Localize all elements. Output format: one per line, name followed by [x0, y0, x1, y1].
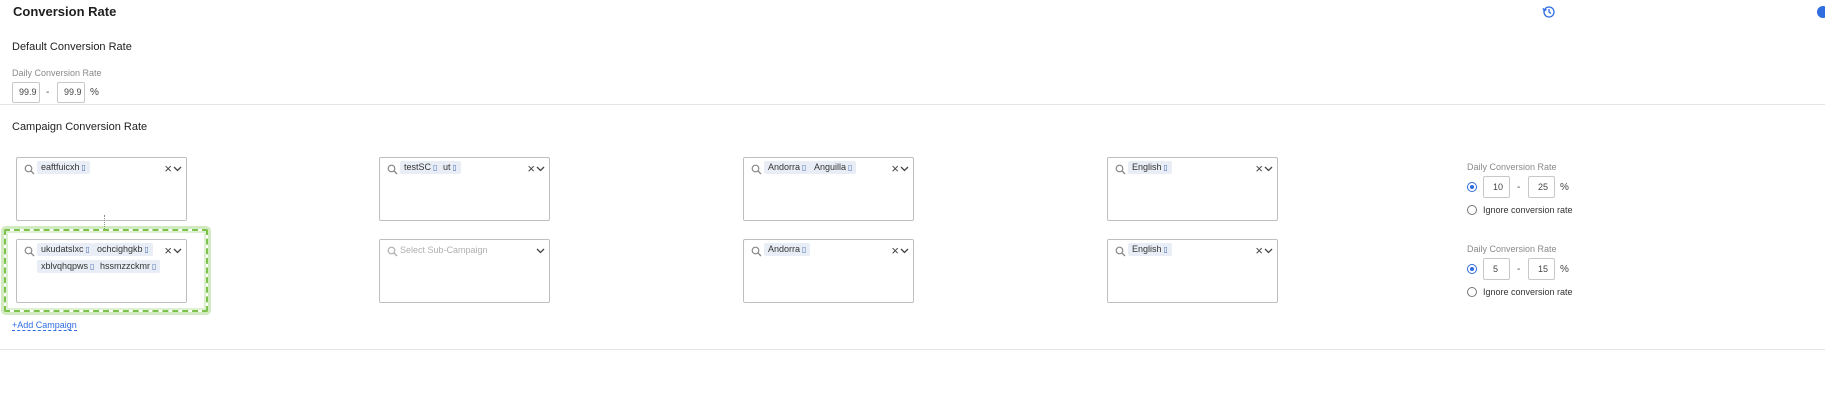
search-icon	[24, 246, 35, 257]
chevron-down-icon[interactable]	[1264, 164, 1273, 173]
row-rate-min-input[interactable]: 5	[1483, 258, 1510, 280]
tag-label: eaftfuicxh	[41, 162, 80, 172]
campaign-tag[interactable]: eaftfuicxh ▯	[37, 161, 90, 174]
campaign-tag[interactable]: ochcighgkb ▯	[93, 243, 153, 256]
rate-range-radio[interactable]	[1467, 264, 1477, 274]
chevron-down-icon[interactable]	[900, 164, 909, 173]
clear-icon[interactable]: ×	[891, 161, 899, 177]
tag-label: hssmzzckmr	[100, 261, 150, 271]
tag-remove-icon[interactable]: ▯	[1164, 163, 1168, 172]
campaign-select[interactable]: eaftfuicxh ▯ ×	[16, 157, 187, 221]
language-select[interactable]: English ▯ ×	[1107, 239, 1278, 303]
search-icon	[1115, 246, 1126, 257]
subcampaign-tag[interactable]: testSC ▯	[400, 161, 442, 174]
chevron-down-icon[interactable]	[173, 164, 182, 173]
chevron-down-icon[interactable]	[536, 246, 545, 255]
default-rate-label: Daily Conversion Rate	[12, 68, 102, 78]
language-tag[interactable]: English ▯	[1128, 243, 1172, 256]
clear-icon[interactable]: ×	[164, 161, 172, 177]
language-tag[interactable]: English ▯	[1128, 161, 1172, 174]
tag-remove-icon[interactable]: ▯	[1164, 245, 1168, 254]
tag-remove-icon[interactable]: ▯	[86, 245, 90, 254]
default-rate-min-input[interactable]: 99.9	[12, 82, 40, 103]
row-rate-unit: %	[1560, 182, 1569, 193]
subcampaign-placeholder: Select Sub-Campaign	[400, 245, 488, 255]
tag-label: English	[1132, 162, 1162, 172]
row-rate-separator: -	[1517, 182, 1521, 193]
row-rate-min-input[interactable]: 10	[1483, 176, 1510, 198]
row-rate-max-input[interactable]: 25	[1528, 176, 1555, 198]
search-icon	[387, 246, 398, 257]
ignore-rate-radio[interactable]	[1467, 205, 1477, 215]
subcampaign-select[interactable]: testSC ▯ ut ▯ ×	[379, 157, 550, 221]
country-select[interactable]: Andorra ▯ Anguilla ▯ ×	[743, 157, 914, 221]
tag-remove-icon[interactable]: ▯	[145, 245, 149, 254]
tag-label: ochcighgkb	[97, 244, 143, 254]
default-rate-max-input[interactable]: 99.9	[57, 82, 85, 103]
chevron-down-icon[interactable]	[536, 164, 545, 173]
country-tag[interactable]: Andorra ▯	[764, 161, 811, 174]
tag-label: ut	[443, 162, 451, 172]
row-rate-label: Daily Conversion Rate	[1467, 244, 1557, 254]
chevron-down-icon[interactable]	[900, 246, 909, 255]
country-tag[interactable]: Andorra ▯	[764, 243, 811, 256]
tag-label: Andorra	[768, 244, 801, 254]
chevron-down-icon[interactable]	[173, 246, 182, 255]
tag-remove-icon[interactable]: ▯	[90, 262, 94, 271]
language-select[interactable]: English ▯ ×	[1107, 157, 1278, 221]
search-icon	[387, 164, 398, 175]
search-icon	[24, 164, 35, 175]
search-icon	[1115, 164, 1126, 175]
chevron-down-icon[interactable]	[1264, 246, 1273, 255]
tag-remove-icon[interactable]: ▯	[802, 163, 806, 172]
clear-icon[interactable]: ×	[164, 243, 172, 259]
clear-icon[interactable]: ×	[1255, 243, 1263, 259]
search-icon	[751, 246, 762, 257]
history-icon[interactable]	[1542, 5, 1556, 19]
search-icon	[751, 164, 762, 175]
tag-remove-icon[interactable]: ▯	[433, 163, 437, 172]
tag-label: xblvqhqpws	[41, 261, 89, 271]
tag-remove-icon[interactable]: ▯	[802, 245, 806, 254]
ignore-rate-label: Ignore conversion rate	[1483, 287, 1573, 297]
campaign-tag[interactable]: hssmzzckmr ▯	[96, 260, 161, 273]
subcampaign-tag[interactable]: ut ▯	[439, 161, 461, 174]
subcampaign-select[interactable]: Select Sub-Campaign	[379, 239, 550, 303]
tag-label: Andorra	[768, 162, 801, 172]
clear-icon[interactable]: ×	[891, 243, 899, 259]
default-rate-unit: %	[90, 87, 99, 98]
tag-label: ukudatslxc	[41, 244, 84, 254]
tag-label: English	[1132, 244, 1162, 254]
campaign-tag[interactable]: ukudatslxc ▯	[37, 243, 94, 256]
country-select[interactable]: Andorra ▯ ×	[743, 239, 914, 303]
clear-icon[interactable]: ×	[527, 161, 535, 177]
campaign-select[interactable]: ukudatslxc ▯ ochcighgkb ▯ xblvqhqpws ▯ hssm…	[16, 239, 187, 303]
page-title: Conversion Rate	[13, 4, 117, 19]
add-campaign-link[interactable]: +Add Campaign	[12, 320, 77, 331]
tag-remove-icon[interactable]: ▯	[453, 163, 457, 172]
tag-remove-icon[interactable]: ▯	[152, 262, 156, 271]
bottom-divider	[0, 349, 1825, 350]
info-icon[interactable]	[1816, 5, 1825, 19]
tag-remove-icon[interactable]: ▯	[82, 163, 86, 172]
row-rate-max-input[interactable]: 15	[1528, 258, 1555, 280]
tag-label: Anguilla	[814, 162, 847, 172]
row-rate-label: Daily Conversion Rate	[1467, 162, 1557, 172]
clear-icon[interactable]: ×	[1255, 161, 1263, 177]
row-rate-unit: %	[1560, 264, 1569, 275]
default-section-title: Default Conversion Rate	[12, 41, 132, 53]
country-tag[interactable]: Anguilla ▯	[810, 161, 857, 174]
default-rate-separator: -	[46, 87, 50, 98]
rate-range-radio[interactable]	[1467, 182, 1477, 192]
section-divider	[0, 104, 1825, 105]
tag-label: testSC	[404, 162, 432, 172]
ignore-rate-radio[interactable]	[1467, 287, 1477, 297]
tag-remove-icon[interactable]: ▯	[848, 163, 852, 172]
campaign-section-title: Campaign Conversion Rate	[12, 121, 148, 133]
row-rate-separator: -	[1517, 264, 1521, 275]
campaign-tag[interactable]: xblvqhqpws ▯	[37, 260, 99, 273]
ignore-rate-label: Ignore conversion rate	[1483, 205, 1573, 215]
